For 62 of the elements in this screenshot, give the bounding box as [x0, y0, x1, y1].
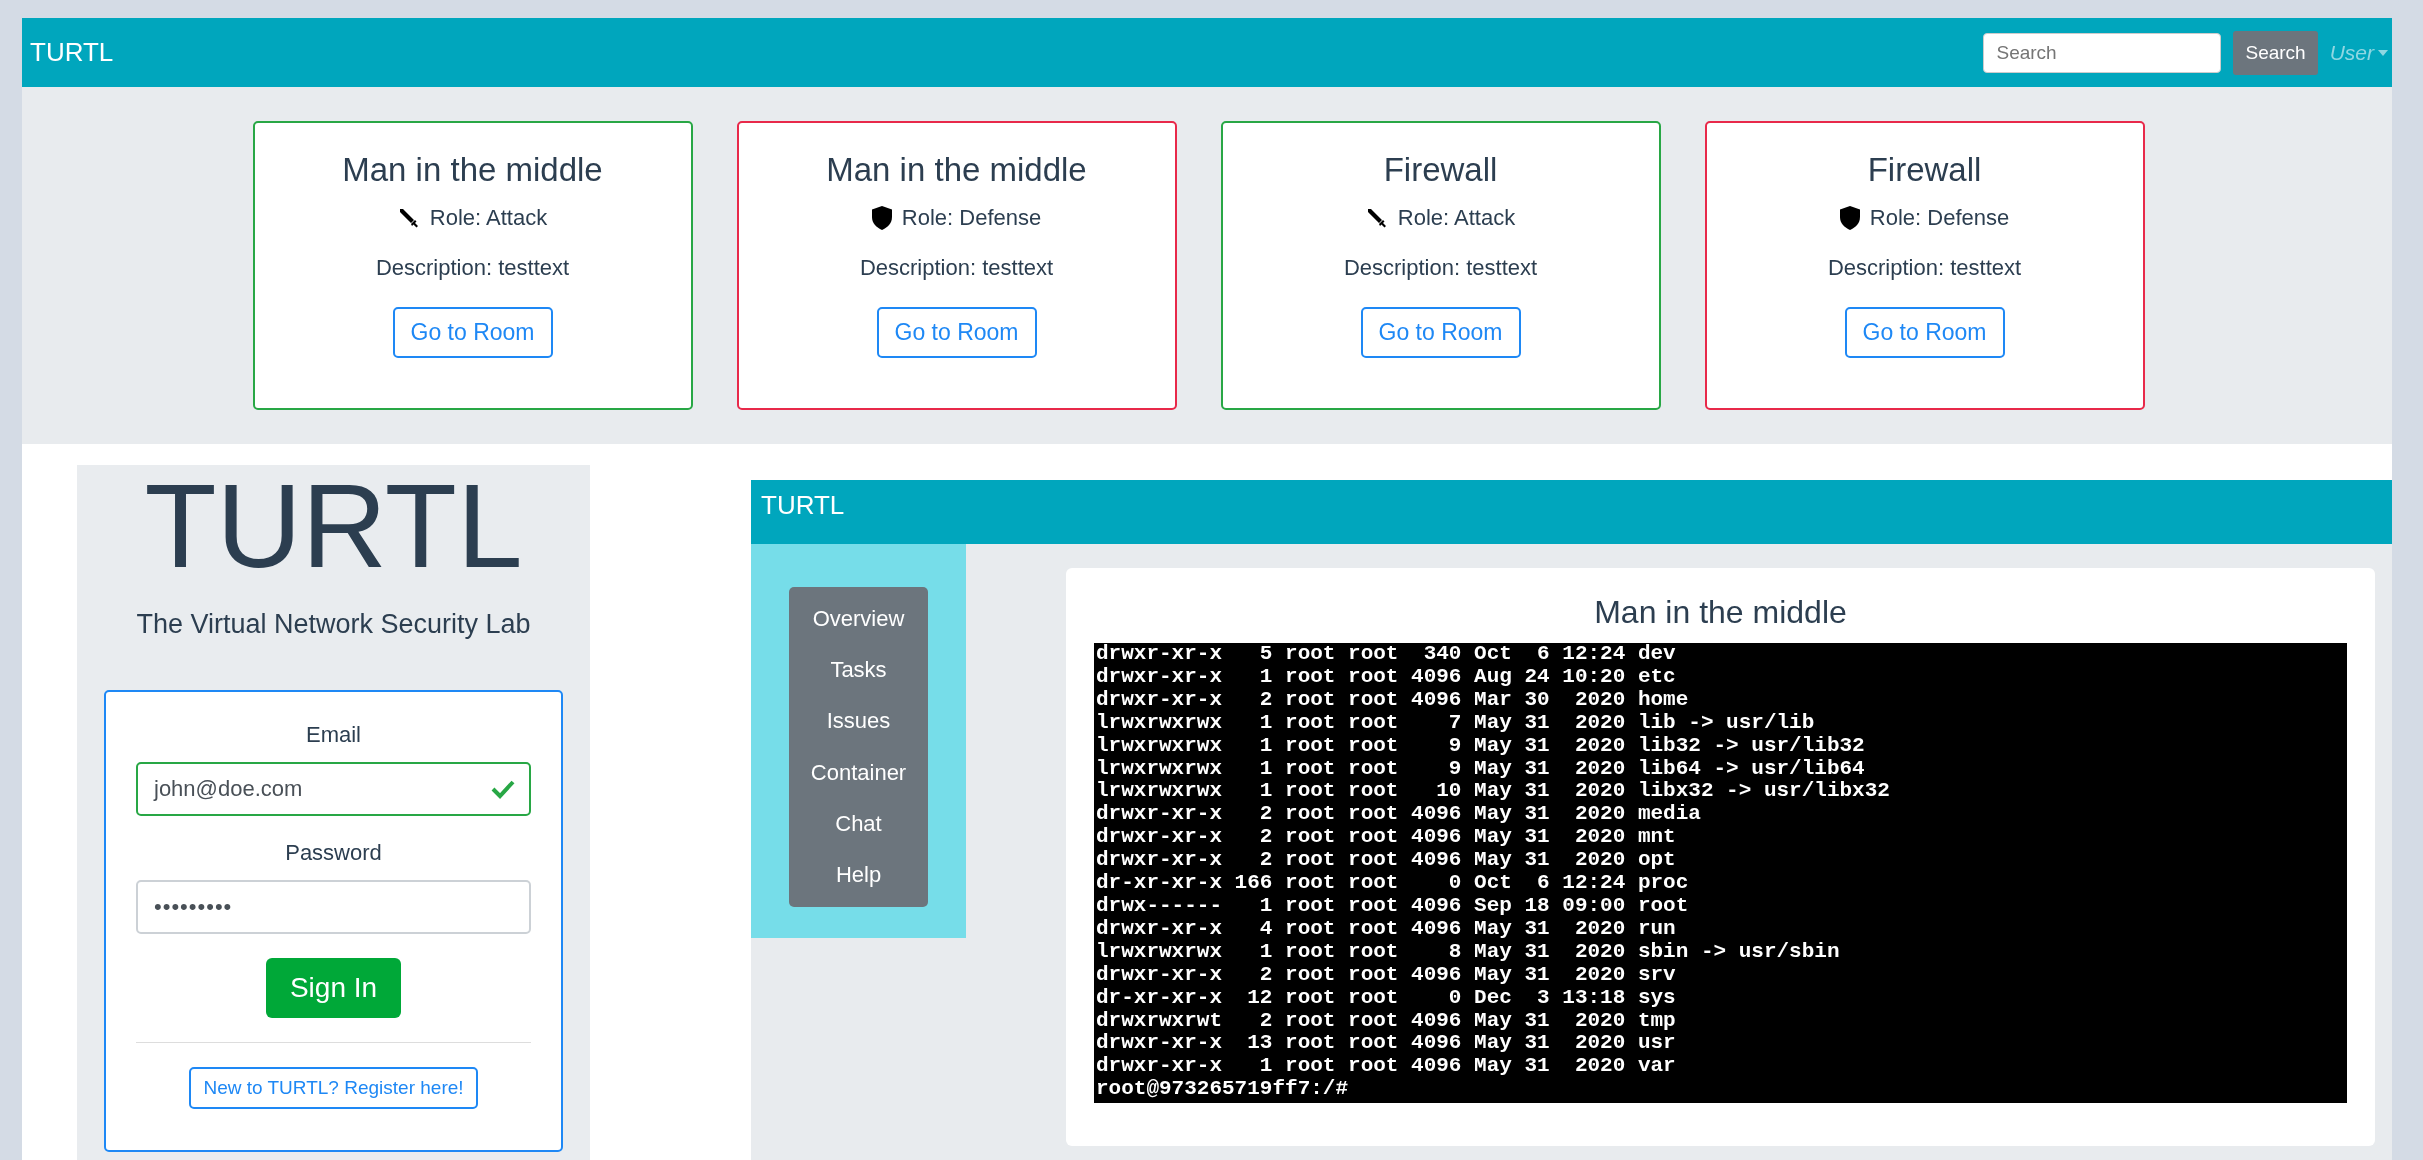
role-label: Role: Attack: [1397, 205, 1516, 231]
shield-icon: [871, 206, 892, 230]
room-description: Description: testtext: [859, 255, 1054, 281]
terminal-line: drwxr-xr-x 5 root root 340 Oct 6 12:24 dev: [1096, 643, 1677, 666]
room-description: Description: testtext: [1343, 255, 1538, 281]
terminal-line: lrwxrwxrwx 1 root root 8 May 31 2020 sbin -> usr/sbin: [1096, 940, 1841, 964]
terminal-line: drwxr-xr-x 2 root root 4096 Mar 30 2020 home: [1096, 688, 1690, 712]
terminal-line: drwxr-xr-x 13 root root 4096 May 31 2020 usr: [1096, 1032, 1677, 1056]
go-to-room-button[interactable]: Go to Room: [1844, 307, 2005, 358]
room-title: Firewall: [1867, 151, 1982, 189]
menu-item[interactable]: Container: [810, 759, 907, 786]
role-label: Role: Defense: [901, 205, 1042, 231]
terminal-line: lrwxrwxrwx 1 root root 9 May 31 2020 lib64 -> usr/lib64: [1096, 757, 1866, 781]
email-label: Email: [306, 722, 361, 748]
register-button[interactable]: New to TURTL? Register here!: [189, 1067, 478, 1109]
role-label: Role: Defense: [1869, 205, 2010, 231]
menu-item[interactable]: Issues: [826, 708, 891, 735]
terminal[interactable]: [1094, 643, 2347, 1103]
subtitle: The Virtual Network Security Lab: [136, 609, 531, 640]
search-button[interactable]: Search: [2233, 30, 2318, 75]
shield-icon: [1839, 206, 1860, 230]
email-field[interactable]: john@doe.com: [136, 762, 531, 816]
sword-icon: [1365, 207, 1388, 229]
terminal-line: drwxr-xr-x 1 root root 4096 May 31 2020 var: [1096, 1055, 1677, 1079]
go-to-room-button[interactable]: Go to Room: [876, 307, 1037, 358]
room-title: Man in the middle: [1594, 594, 1847, 631]
menu-item[interactable]: Chat: [835, 810, 882, 837]
logo-text: TURTL: [144, 467, 523, 585]
terminal-line: lrwxrwxrwx 1 root root 7 May 31 2020 lib -> usr/lib: [1096, 711, 1816, 735]
room-description: Description: testtext: [1827, 255, 2022, 281]
menu-item[interactable]: Tasks: [830, 657, 887, 683]
terminal-line: drwxr-xr-x 2 root root 4096 May 31 2020 opt: [1096, 849, 1677, 873]
checkmark-icon: [491, 779, 515, 799]
terminal-line: dr-xr-xr-x 12 root root 0 Dec 3 13:18 sys: [1096, 986, 1677, 1010]
terminal-line: lrwxrwxrwx 1 root root 10 May 31 2020 libx32 -> usr/libx32: [1096, 780, 1891, 804]
terminal-line: drwx------ 1 root root 4096 Sep 18 09:00 root: [1096, 894, 1690, 918]
sign-in-button[interactable]: Sign In: [265, 958, 402, 1018]
brand-logo[interactable]: TURTL: [761, 489, 845, 521]
password-field[interactable]: •••••••••: [136, 880, 531, 934]
room-title: Firewall: [1383, 151, 1498, 189]
terminal-line: drwxr-xr-x 1 root root 4096 Aug 24 10:20 etc: [1096, 665, 1677, 689]
room-title: Man in the middle: [342, 151, 603, 189]
terminal-line: drwxrwxrwt 2 root root 4096 May 31 2020 tmp: [1096, 1009, 1677, 1033]
menu-item[interactable]: Overview: [812, 605, 905, 632]
go-to-room-button[interactable]: Go to Room: [392, 307, 553, 358]
brand-logo[interactable]: TURTL: [30, 37, 114, 68]
terminal-line: drwxr-xr-x 2 root root 4096 May 31 2020 srv: [1096, 963, 1677, 987]
terminal-line: lrwxrwxrwx 1 root root 9 May 31 2020 lib32 -> usr/lib32: [1096, 734, 1866, 758]
terminal-line: drwxr-xr-x 4 root root 4096 May 31 2020 run: [1096, 917, 1677, 941]
room-description: Description: testtext: [375, 255, 570, 281]
menu-item[interactable]: Help: [835, 862, 882, 889]
password-label: Password: [285, 840, 382, 866]
terminal-line: drwxr-xr-x 2 root root 4096 May 31 2020 media: [1096, 803, 1702, 827]
terminal-line: drwxr-xr-x 2 root root 4096 May 31 2020 mnt: [1096, 826, 1677, 850]
caret-icon: [2378, 49, 2388, 56]
room-title: Man in the middle: [826, 151, 1087, 189]
role-label: Role: Attack: [429, 205, 548, 231]
terminal-line: dr-xr-xr-x 166 root root 0 Oct 6 12:24 proc: [1096, 872, 1690, 895]
search-field[interactable]: Search: [1983, 32, 2222, 73]
go-to-room-button[interactable]: Go to Room: [1360, 307, 1521, 358]
terminal-line: root@973265719ff7:/#: [1096, 1078, 1350, 1102]
sword-icon: [397, 207, 420, 229]
